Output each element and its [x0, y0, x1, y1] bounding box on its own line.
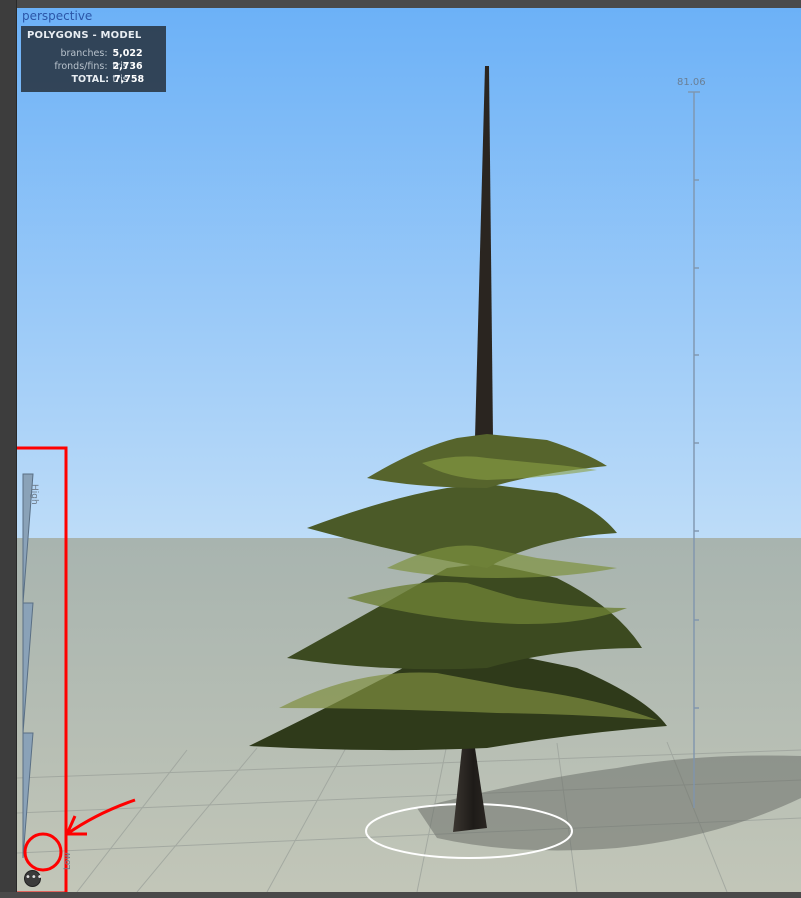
stat-label: fronds/fins:: [54, 61, 108, 72]
top-frame: [0, 0, 801, 8]
scene-canvas: [17, 8, 801, 892]
left-panel-edge: [0, 0, 17, 898]
more-icon[interactable]: •••: [24, 870, 43, 887]
stat-value: 5,022 tris: [112, 48, 143, 72]
bottom-frame: [0, 892, 801, 898]
height-ruler-value: 81.06: [677, 77, 706, 88]
polygon-stats-title: POLYGONS - MODEL: [27, 30, 142, 41]
stat-row-branches: branches: 5,022 tris: [27, 47, 160, 72]
stat-label: TOTAL:: [71, 74, 109, 85]
lod-low-label: Low: [63, 852, 73, 870]
stat-row-fronds: fronds/fins: 2,736 tris: [27, 60, 160, 85]
polygon-stats-panel: POLYGONS - MODEL branches: 5,022 tris fr…: [21, 26, 166, 92]
stat-value: 7,758: [114, 74, 145, 85]
perspective-viewport[interactable]: perspective POLYGONS - MODEL branches: 5…: [17, 8, 801, 892]
viewport-label: perspective: [22, 9, 93, 23]
stat-row-total: TOTAL: 7,758: [27, 73, 160, 86]
stat-value: 2,736 tris: [112, 61, 143, 85]
stat-label: branches:: [60, 48, 108, 59]
lod-high-label: High: [29, 484, 39, 505]
